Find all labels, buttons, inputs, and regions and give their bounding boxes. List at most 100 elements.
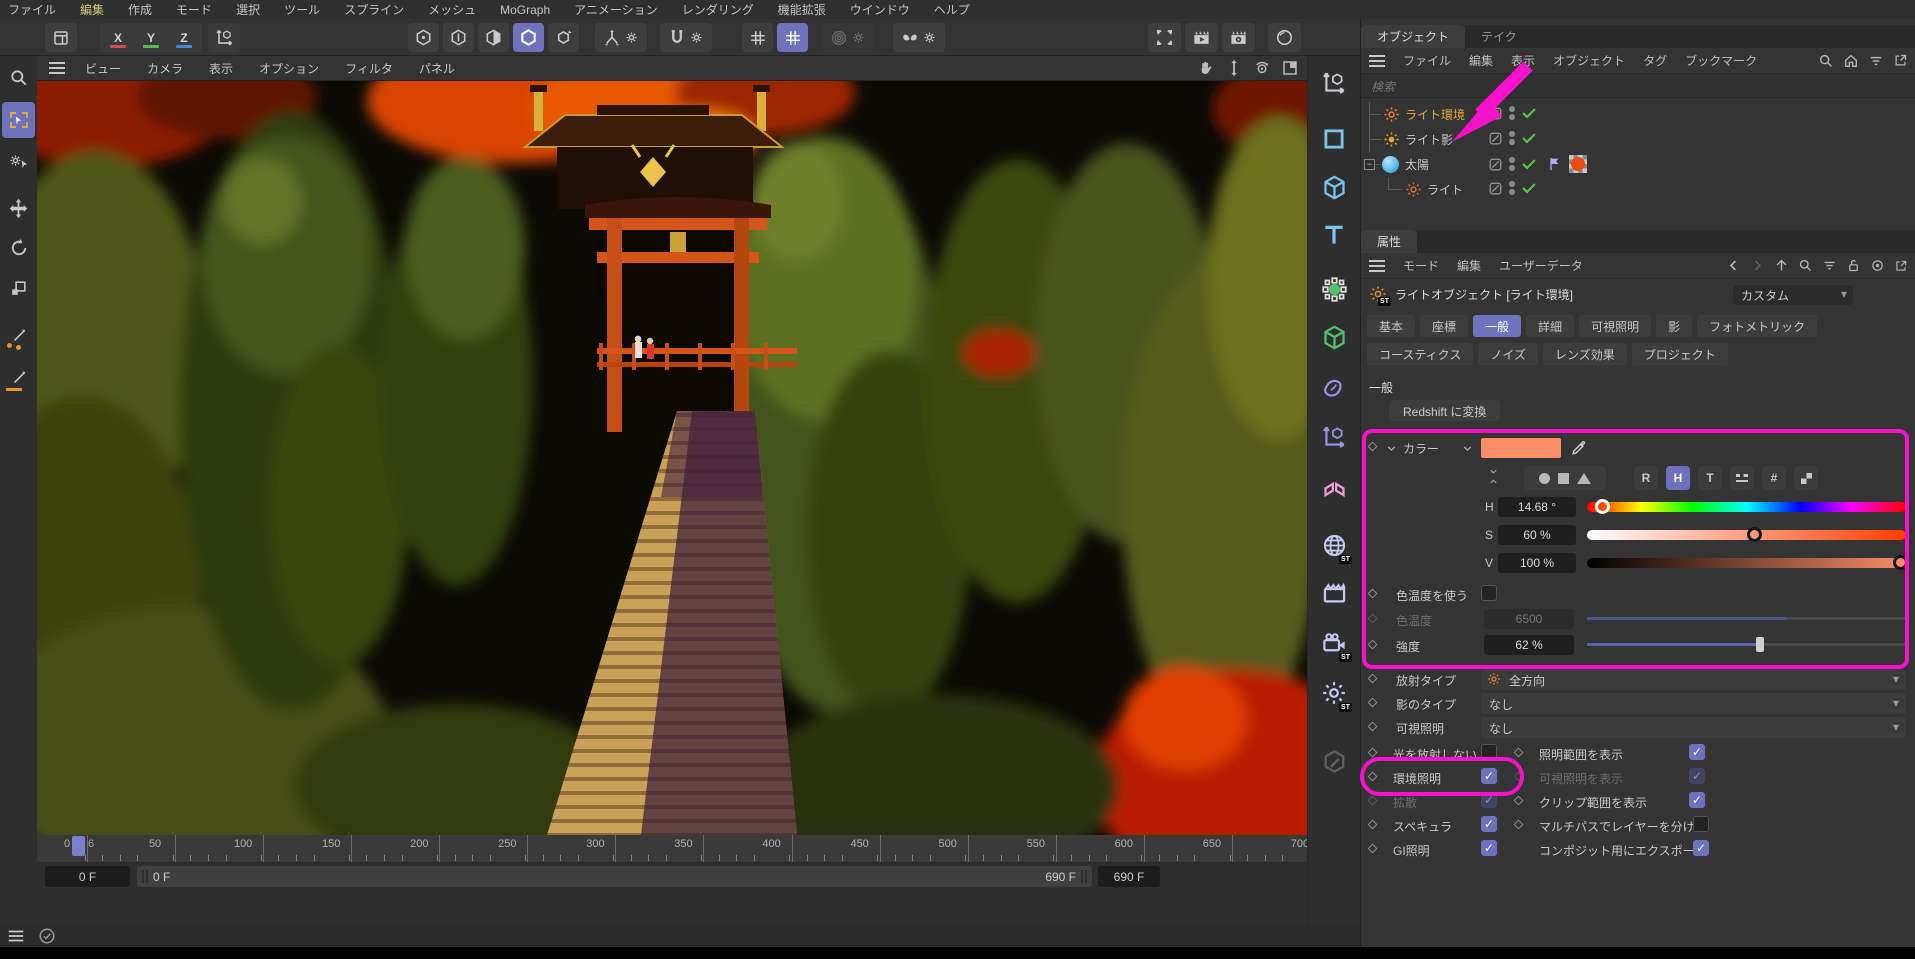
tab-basic[interactable]: 基本 xyxy=(1367,315,1415,337)
viewport-menu-options[interactable]: オプション xyxy=(259,60,319,77)
viewport-menu-view[interactable]: ビュー xyxy=(85,60,121,77)
no-light-radiation-checkbox[interactable] xyxy=(1481,744,1497,760)
tab-visibility[interactable]: 可視照明 xyxy=(1579,315,1651,337)
hue-value-field[interactable]: 14.68 ° xyxy=(1498,497,1576,517)
tab-shadow[interactable]: 影 xyxy=(1656,315,1692,337)
menu-window[interactable]: ウインドウ xyxy=(850,1,910,18)
object-label[interactable]: ライト環境 xyxy=(1405,106,1465,123)
tab-attributes[interactable]: 属性 xyxy=(1361,230,1417,253)
render-view-button[interactable] xyxy=(1185,23,1218,52)
workplane-button[interactable] xyxy=(595,23,647,52)
intensity-field[interactable]: 62 % xyxy=(1484,635,1574,655)
eyedropper-icon[interactable] xyxy=(1571,439,1588,456)
render-settings-button[interactable] xyxy=(1222,23,1255,52)
camera-object-button[interactable]: ST xyxy=(1312,622,1356,664)
polygons-mode-button[interactable] xyxy=(478,23,509,52)
value-slider[interactable] xyxy=(1587,558,1906,568)
visibility-dots[interactable] xyxy=(1509,157,1515,171)
objects-menu-edit[interactable]: 編集 xyxy=(1469,52,1493,69)
intensity-knob[interactable] xyxy=(1756,637,1764,652)
primitives-button[interactable] xyxy=(1312,166,1356,208)
object-label[interactable]: ライト影 xyxy=(1405,131,1453,148)
maximize-view-icon[interactable] xyxy=(1281,59,1299,77)
attributes-menu-icon[interactable] xyxy=(1369,260,1385,272)
saturation-slider[interactable] xyxy=(1587,530,1906,540)
sketch-pen-button[interactable] xyxy=(2,360,35,396)
move-tool-button[interactable] xyxy=(2,190,35,226)
specular-checkbox[interactable] xyxy=(1481,816,1497,832)
search-tool-button[interactable] xyxy=(2,60,35,96)
pan-hand-icon[interactable] xyxy=(1197,59,1215,77)
objects-menu-file[interactable]: ファイル xyxy=(1403,52,1451,69)
visibility-dots[interactable] xyxy=(1509,181,1515,195)
object-row-light-child[interactable]: ライト xyxy=(1361,177,1915,202)
stage-object-button[interactable] xyxy=(1312,572,1356,614)
menu-extensions[interactable]: 機能拡張 xyxy=(778,1,826,18)
status-menu-icon[interactable] xyxy=(9,931,23,942)
menu-select[interactable]: 選択 xyxy=(236,1,260,18)
object-label[interactable]: 太陽 xyxy=(1405,156,1429,173)
temp-mode-button[interactable]: T xyxy=(1698,466,1722,490)
layer-override-icon[interactable] xyxy=(1488,181,1503,196)
snap-button[interactable] xyxy=(660,23,712,52)
objects-menu-icon[interactable] xyxy=(1369,55,1385,67)
hsv-mode-button[interactable]: H xyxy=(1666,466,1690,490)
filter-icon[interactable] xyxy=(1822,258,1837,273)
chevron-down-icon[interactable] xyxy=(1461,442,1474,455)
convert-redshift-button[interactable]: Redshift に変換 xyxy=(1389,400,1500,421)
tab-coord[interactable]: 座標 xyxy=(1420,315,1468,337)
compositing-tag-icon[interactable] xyxy=(1547,156,1563,172)
tab-noise[interactable]: ノイズ xyxy=(1478,343,1538,365)
value-slider-knob[interactable] xyxy=(1893,555,1908,570)
enabled-check-icon[interactable] xyxy=(1521,180,1537,196)
tab-project[interactable]: プロジェクト xyxy=(1632,343,1728,365)
preset-dropdown[interactable]: カスタム▾ xyxy=(1733,285,1853,305)
points-mode-button[interactable] xyxy=(408,23,439,52)
popout-icon[interactable] xyxy=(1894,259,1908,273)
menu-help[interactable]: ヘルプ xyxy=(934,1,970,18)
visibility-dots[interactable] xyxy=(1509,131,1515,145)
visible-light-dropdown[interactable]: なし xyxy=(1481,717,1906,738)
object-search-input[interactable]: 検索 xyxy=(1361,74,1915,98)
symmetry-object-button[interactable] xyxy=(1312,468,1356,510)
viewport-menu-filter[interactable]: フィルタ xyxy=(345,60,393,77)
saturation-slider-knob[interactable] xyxy=(1747,527,1762,542)
model-mode-button[interactable] xyxy=(513,23,544,52)
export-compositing-checkbox[interactable] xyxy=(1693,840,1709,856)
hue-slider-knob[interactable] xyxy=(1595,499,1610,514)
multipass-checkbox[interactable] xyxy=(1693,816,1709,832)
layer-override-icon[interactable] xyxy=(1488,106,1503,121)
tab-lens[interactable]: レンズ効果 xyxy=(1543,343,1627,365)
tool-settings-button[interactable] xyxy=(2,142,35,178)
range-end-grip[interactable] xyxy=(1081,870,1087,883)
rotate-tool-button[interactable] xyxy=(2,230,35,266)
enabled-check-icon[interactable] xyxy=(1521,156,1537,172)
current-frame-field[interactable]: 0 F xyxy=(45,866,130,887)
light-type-dropdown[interactable]: 全方向 xyxy=(1481,669,1906,690)
lock-icon[interactable] xyxy=(1846,258,1861,273)
edges-mode-button[interactable] xyxy=(443,23,474,52)
live-selection-button[interactable] xyxy=(2,102,35,138)
spline-primitives-button[interactable] xyxy=(1312,118,1356,160)
content-browser-button[interactable] xyxy=(45,23,77,52)
orbit-icon[interactable] xyxy=(1253,59,1271,77)
viewport-scene[interactable] xyxy=(37,81,1307,835)
axis-x-button[interactable]: X xyxy=(103,23,133,52)
axis-y-button[interactable]: Y xyxy=(136,23,166,52)
quantize-button[interactable] xyxy=(777,23,808,52)
sky-object-button[interactable]: ST xyxy=(1312,524,1356,566)
objects-menu-tags[interactable]: タグ xyxy=(1643,52,1667,69)
end-frame-field[interactable]: 690 F xyxy=(1098,866,1160,887)
forward-arrow-icon[interactable] xyxy=(1750,258,1765,273)
object-row-light-shadow[interactable]: ライト影 xyxy=(1361,127,1915,152)
menu-file[interactable]: ファイル xyxy=(8,1,56,18)
tab-details[interactable]: 詳細 xyxy=(1526,315,1574,337)
zoom-dolly-icon[interactable] xyxy=(1225,59,1243,77)
menu-animation[interactable]: アニメーション xyxy=(574,1,658,18)
attr-menu-userdata[interactable]: ユーザーデータ xyxy=(1499,257,1583,274)
hue-slider[interactable] xyxy=(1587,502,1906,512)
spectrum-picker-icon[interactable] xyxy=(1577,473,1591,484)
objects-menu-view[interactable]: 表示 xyxy=(1511,52,1535,69)
hex-mode-button[interactable]: # xyxy=(1762,466,1786,490)
material-tag[interactable] xyxy=(1569,155,1587,173)
